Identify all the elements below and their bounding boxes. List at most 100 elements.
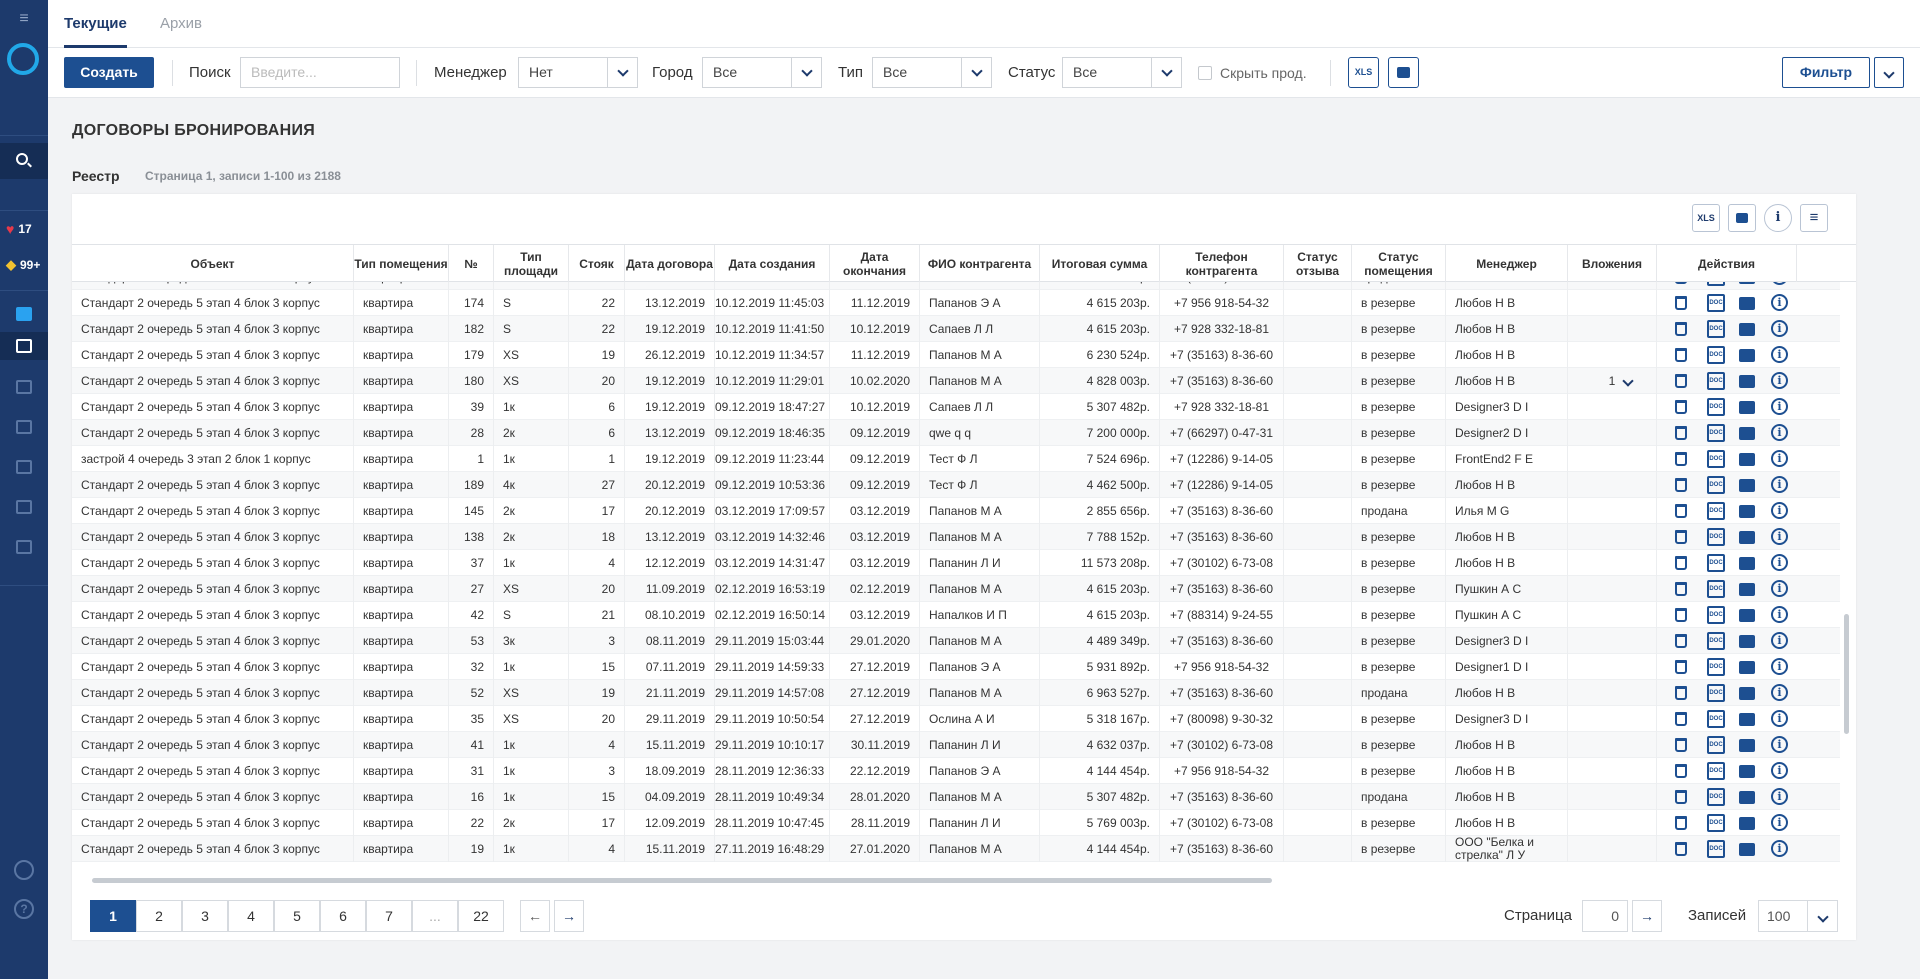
print-icon[interactable] xyxy=(1739,609,1755,622)
info-icon[interactable]: i xyxy=(1771,476,1788,493)
table-row[interactable]: Стандарт 2 очередь 5 этап 4 блок 3 корпу… xyxy=(72,342,1840,368)
column-header-number[interactable]: № xyxy=(449,245,494,283)
print-icon[interactable] xyxy=(1739,713,1755,726)
print-icon[interactable] xyxy=(1739,739,1755,752)
table-row[interactable]: Стандарт 2 очередь 5 этап 4 блок 3 корпу… xyxy=(72,758,1840,784)
doc-icon[interactable]: DOC xyxy=(1707,398,1725,416)
doc-icon[interactable]: DOC xyxy=(1707,450,1725,468)
doc-icon[interactable]: DOC xyxy=(1707,320,1725,338)
hide-sold-checkbox[interactable] xyxy=(1198,66,1212,80)
info-icon[interactable]: i xyxy=(1771,788,1788,805)
records-select[interactable]: 100 xyxy=(1758,900,1838,932)
table-row[interactable]: Стандарт 2 очередь 5 этап 4 блок 3 корпу… xyxy=(72,316,1840,342)
table-row[interactable]: Стандарт 2 очередь 5 этап 4 блок 3 корпу… xyxy=(72,282,1840,290)
table-row[interactable]: Стандарт 2 очередь 5 этап 4 блок 3 корпу… xyxy=(72,810,1840,836)
export-xls-button[interactable]: XLS xyxy=(1348,57,1379,88)
print-icon[interactable] xyxy=(1739,531,1755,544)
print-button[interactable] xyxy=(1388,57,1419,88)
column-header-phone[interactable]: Телефон контрагента xyxy=(1160,245,1284,283)
delete-icon[interactable] xyxy=(1675,764,1687,778)
column-header-room-status[interactable]: Статус помещения xyxy=(1352,245,1446,283)
table-row[interactable]: Стандарт 2 очередь 5 этап 4 блок 3 корпу… xyxy=(72,836,1840,862)
column-header-counterparty[interactable]: ФИО контрагента xyxy=(920,245,1040,283)
info-icon[interactable]: i xyxy=(1771,840,1788,857)
column-header-object[interactable]: Объект xyxy=(72,245,354,283)
print-icon[interactable] xyxy=(1739,765,1755,778)
info-icon[interactable]: i xyxy=(1771,814,1788,831)
table-row[interactable]: Стандарт 2 очередь 5 этап 4 блок 3 корпу… xyxy=(72,290,1840,316)
doc-icon[interactable]: DOC xyxy=(1707,632,1725,650)
column-header-created-date[interactable]: Дата создания xyxy=(715,245,830,283)
print-icon[interactable] xyxy=(1739,635,1755,648)
doc-icon[interactable]: DOC xyxy=(1707,502,1725,520)
doc-icon[interactable]: DOC xyxy=(1707,424,1725,442)
column-header-attachments[interactable]: Вложения xyxy=(1568,245,1657,283)
table-row[interactable]: Стандарт 2 очередь 5 этап 4 блок 3 корпу… xyxy=(72,654,1840,680)
type-select[interactable]: Все xyxy=(872,57,992,88)
create-button[interactable]: Создать xyxy=(64,57,154,88)
delete-icon[interactable] xyxy=(1675,282,1687,284)
doc-icon[interactable]: DOC xyxy=(1707,476,1725,494)
info-icon[interactable]: i xyxy=(1771,606,1788,623)
vertical-scrollbar[interactable] xyxy=(1844,614,1849,734)
table-row[interactable]: Стандарт 2 очередь 5 этап 4 блок 3 корпу… xyxy=(72,784,1840,810)
page-button[interactable]: 2 xyxy=(136,900,182,932)
manager-select[interactable]: Нет xyxy=(518,57,638,88)
sidebar-item-calculator[interactable] xyxy=(0,533,48,561)
print-icon[interactable] xyxy=(1739,282,1755,284)
sidebar-item-settings[interactable] xyxy=(0,493,48,521)
page-input[interactable]: 0 xyxy=(1582,900,1628,932)
doc-icon[interactable]: DOC xyxy=(1707,736,1725,754)
print-icon[interactable] xyxy=(1739,505,1755,518)
logo-icon[interactable] xyxy=(7,43,39,75)
info-icon[interactable]: i xyxy=(1771,580,1788,597)
info-icon[interactable]: i xyxy=(1771,710,1788,727)
info-icon[interactable]: i xyxy=(1771,502,1788,519)
page-button[interactable]: 7 xyxy=(366,900,412,932)
doc-icon[interactable]: DOC xyxy=(1707,580,1725,598)
column-header-riser[interactable]: Стояк xyxy=(569,245,625,283)
doc-icon[interactable]: DOC xyxy=(1707,840,1725,858)
print-icon[interactable] xyxy=(1739,401,1755,414)
print-icon[interactable] xyxy=(1739,297,1755,310)
delete-icon[interactable] xyxy=(1675,582,1687,596)
info-icon[interactable]: i xyxy=(1771,658,1788,675)
go-to-page-button[interactable]: → xyxy=(1632,900,1662,932)
print-icon[interactable] xyxy=(1739,687,1755,700)
doc-icon[interactable]: DOC xyxy=(1707,372,1725,390)
delete-icon[interactable] xyxy=(1675,478,1687,492)
info-icon[interactable]: i xyxy=(1771,424,1788,441)
sidebar-item-objects[interactable] xyxy=(0,373,48,401)
doc-icon[interactable]: DOC xyxy=(1707,528,1725,546)
doc-icon[interactable]: DOC xyxy=(1707,282,1725,286)
tab-archive[interactable]: Архив xyxy=(160,0,202,48)
print-icon[interactable] xyxy=(1739,427,1755,440)
info-icon[interactable]: i xyxy=(1771,372,1788,389)
tags-badge[interactable]: ◆ 99+ xyxy=(0,250,48,280)
delete-icon[interactable] xyxy=(1675,790,1687,804)
doc-icon[interactable]: DOC xyxy=(1707,554,1725,572)
print-icon[interactable] xyxy=(1739,843,1755,856)
delete-icon[interactable] xyxy=(1675,374,1687,388)
info-icon[interactable]: i xyxy=(1771,294,1788,311)
table-row[interactable]: Стандарт 2 очередь 5 этап 4 блок 3 корпу… xyxy=(72,706,1840,732)
table-row[interactable]: Стандарт 2 очередь 5 этап 4 блок 3 корпу… xyxy=(72,420,1840,446)
info-icon[interactable]: i xyxy=(1771,632,1788,649)
info-icon[interactable]: i xyxy=(1771,554,1788,571)
info-icon[interactable]: i xyxy=(1771,320,1788,337)
table-row[interactable]: Стандарт 2 очередь 5 этап 4 блок 3 корпу… xyxy=(72,732,1840,758)
info-icon[interactable]: i xyxy=(1771,684,1788,701)
table-row[interactable]: Стандарт 2 очередь 5 этап 4 блок 3 корпу… xyxy=(72,524,1840,550)
delete-icon[interactable] xyxy=(1675,712,1687,726)
doc-icon[interactable]: DOC xyxy=(1707,658,1725,676)
doc-icon[interactable]: DOC xyxy=(1707,684,1725,702)
info-icon[interactable]: i xyxy=(1771,398,1788,415)
delete-icon[interactable] xyxy=(1675,296,1687,310)
prev-page-button[interactable]: ← xyxy=(520,900,550,932)
print-icon[interactable] xyxy=(1739,583,1755,596)
delete-icon[interactable] xyxy=(1675,452,1687,466)
delete-icon[interactable] xyxy=(1675,504,1687,518)
sidebar-search[interactable] xyxy=(0,143,48,179)
column-header-total-sum[interactable]: Итоговая сумма xyxy=(1040,245,1160,283)
sidebar-item-list[interactable] xyxy=(0,413,48,441)
